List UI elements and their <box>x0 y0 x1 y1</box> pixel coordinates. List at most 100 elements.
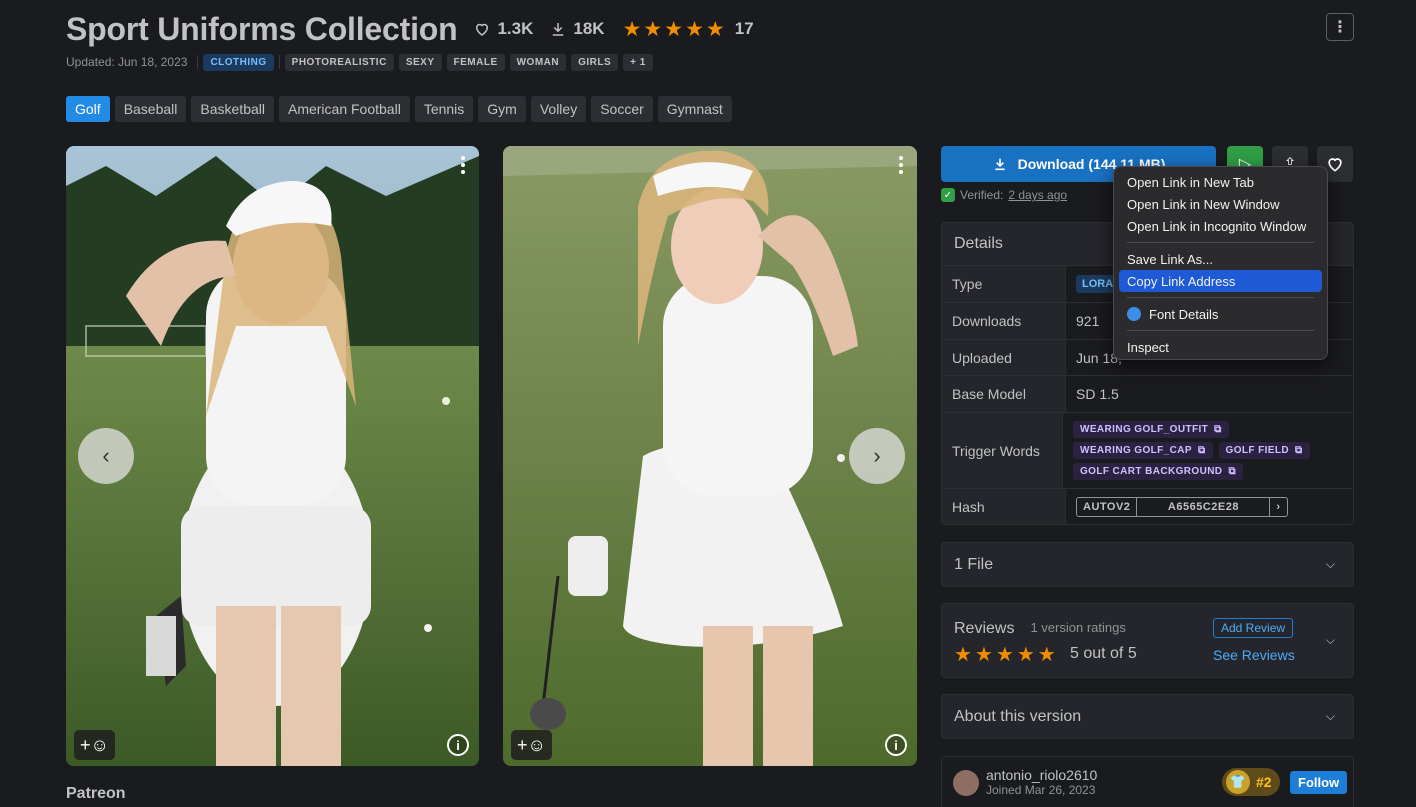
tag-sexy[interactable]: SEXY <box>398 53 442 71</box>
next-image-button[interactable]: › <box>849 428 905 484</box>
tag-photorealistic[interactable]: PHOTOREALISTIC <box>284 53 394 71</box>
menu-open-incognito[interactable]: Open Link in Incognito Window <box>1119 215 1322 237</box>
reviews-subtitle: 1 version ratings <box>1030 620 1126 635</box>
tab-american-football[interactable]: American Football <box>278 96 410 122</box>
star-icon: ★ <box>705 17 725 41</box>
previous-image-button[interactable]: ‹ <box>78 428 134 484</box>
star-icon: ★ <box>664 17 684 41</box>
tag-clothing[interactable]: CLOTHING <box>203 53 274 71</box>
detail-row-base-model: Base Model SD 1.5 <box>942 376 1353 413</box>
tab-basketball[interactable]: Basketball <box>191 96 274 122</box>
tab-tennis[interactable]: Tennis <box>414 96 474 122</box>
menu-font-details[interactable]: Font Details <box>1119 303 1322 325</box>
follow-button[interactable]: Follow <box>1290 771 1348 794</box>
tab-baseball[interactable]: Baseball <box>114 96 187 122</box>
chevron-right-icon[interactable]: › <box>1270 498 1286 516</box>
detail-key: Type <box>942 266 1066 302</box>
tab-golf[interactable]: Golf <box>66 96 110 122</box>
heart-icon <box>1328 158 1342 172</box>
detail-value: WEARING GOLF_OUTFIT ⧉ WEARING GOLF_CAP ⧉ G… <box>1063 413 1353 488</box>
files-accordion[interactable]: 1 File ⌵ <box>941 542 1354 587</box>
reviews-panel: Reviews 1 version ratings Add Review See… <box>941 603 1354 678</box>
add-reaction-button[interactable]: +☺ <box>511 730 552 760</box>
chevron-down-icon: ⌵ <box>1325 557 1335 571</box>
image-info-button[interactable]: i <box>885 734 907 756</box>
updated-date: Updated: Jun 18, 2023 <box>66 55 188 69</box>
info-icon: i <box>456 737 460 753</box>
about-title: About this version <box>954 707 1082 725</box>
tab-soccer[interactable]: Soccer <box>591 96 653 122</box>
shirt-icon: 👕 <box>1226 770 1250 794</box>
detail-value: AUTOV2 A6565C2E28 › <box>1066 489 1353 524</box>
verified-time-link[interactable]: 2 days ago <box>1008 188 1067 202</box>
menu-copy-link-address[interactable]: Copy Link Address <box>1119 270 1322 292</box>
detail-row-trigger-words: Trigger Words WEARING GOLF_OUTFIT ⧉ WEARI… <box>942 413 1353 489</box>
details-title: Details <box>954 235 1003 252</box>
menu-inspect[interactable]: Inspect <box>1119 336 1322 358</box>
trigger-word[interactable]: GOLF FIELD ⧉ <box>1218 442 1310 459</box>
tag-more[interactable]: + 1 <box>623 53 653 71</box>
category-tabs: Golf Baseball Basketball American Footba… <box>66 96 732 122</box>
rank-value: #2 <box>1256 774 1272 790</box>
trigger-word[interactable]: WEARING GOLF_OUTFIT ⧉ <box>1073 421 1229 438</box>
download-icon <box>553 23 564 36</box>
meta-row: Updated: Jun 18, 2023 CLOTHING PHOTOREAL… <box>66 53 653 71</box>
trigger-word[interactable]: WEARING GOLF_CAP ⧉ <box>1073 442 1213 459</box>
trigger-word[interactable]: GOLF CART BACKGROUND ⧉ <box>1073 463 1243 480</box>
detail-value: SD 1.5 <box>1076 386 1119 402</box>
detail-key: Uploaded <box>942 340 1066 375</box>
avatar[interactable] <box>953 770 979 796</box>
star-icon: ★ <box>974 644 993 666</box>
image-menu-icon[interactable] <box>461 156 465 174</box>
add-review-button[interactable]: Add Review <box>1213 618 1294 638</box>
tag-female[interactable]: FEMALE <box>446 53 505 71</box>
reviews-title: Reviews <box>954 620 1015 637</box>
star-icon: ★ <box>1037 644 1056 666</box>
detail-row-hash: Hash AUTOV2 A6565C2E28 › <box>942 489 1353 524</box>
menu-open-new-window[interactable]: Open Link in New Window <box>1119 193 1322 215</box>
menu-divider <box>1127 330 1314 331</box>
star-icon: ★ <box>685 17 704 41</box>
see-reviews-link[interactable]: See Reviews <box>1213 647 1295 663</box>
trigger-word-text: GOLF FIELD <box>1225 445 1289 456</box>
kebab-icon: ⋮ <box>1332 19 1348 36</box>
creator-joined: Joined Mar 26, 2023 <box>986 783 1096 797</box>
tag-woman[interactable]: WOMAN <box>509 53 567 71</box>
tag-girls[interactable]: GIRLS <box>571 53 619 71</box>
star-icon: ★ <box>622 17 642 41</box>
shield-check-icon: ✓ <box>941 188 955 202</box>
gallery-image-2[interactable]: › +☺ i <box>503 146 917 766</box>
detail-key: Downloads <box>942 303 1066 339</box>
copy-icon: ⧉ <box>1228 466 1236 477</box>
download-icon <box>994 158 1005 171</box>
trigger-word-text: GOLF CART BACKGROUND <box>1080 466 1223 477</box>
trigger-word-text: WEARING GOLF_CAP <box>1080 445 1192 456</box>
star-icon: ★ <box>995 644 1014 666</box>
page-title: Sport Uniforms Collection <box>66 10 458 47</box>
rating-stars[interactable]: ★ ★ ★ ★ ★ 17 <box>623 19 754 40</box>
hash-type: AUTOV2 <box>1077 497 1138 516</box>
likes-stat[interactable]: 1.3K <box>473 19 533 39</box>
add-reaction-button[interactable]: +☺ <box>74 730 115 760</box>
gallery-image-1[interactable]: ‹ +☺ i <box>66 146 479 766</box>
tab-gym[interactable]: Gym <box>478 96 526 122</box>
menu-save-link[interactable]: Save Link As... <box>1119 248 1322 270</box>
copy-icon: ⧉ <box>1197 445 1206 456</box>
patreon-heading: Patreon <box>66 785 126 802</box>
menu-open-new-tab[interactable]: Open Link in New Tab <box>1119 171 1322 193</box>
tab-volley[interactable]: Volley <box>530 96 587 122</box>
hash-widget[interactable]: AUTOV2 A6565C2E28 › <box>1076 496 1288 517</box>
downloads-stat: 18K <box>549 19 605 39</box>
creator-card: antonio_riolo2610 Joined Mar 26, 2023 👕 … <box>941 756 1354 807</box>
tab-gymnast[interactable]: Gymnast <box>657 96 732 122</box>
image-menu-icon[interactable] <box>899 156 903 174</box>
creator-name[interactable]: antonio_riolo2610 <box>986 767 1097 783</box>
divider <box>278 55 280 69</box>
image-info-button[interactable]: i <box>447 734 469 756</box>
add-reaction-icon: +☺ <box>80 734 109 755</box>
context-menu: Open Link in New Tab Open Link in New Wi… <box>1113 166 1328 360</box>
chevron-down-icon[interactable]: ⌵ <box>1326 633 1335 648</box>
more-options-button[interactable]: ⋮ <box>1326 13 1354 41</box>
downloads-count: 18K <box>573 19 605 38</box>
about-version-accordion[interactable]: About this version ⌵ <box>941 694 1354 739</box>
